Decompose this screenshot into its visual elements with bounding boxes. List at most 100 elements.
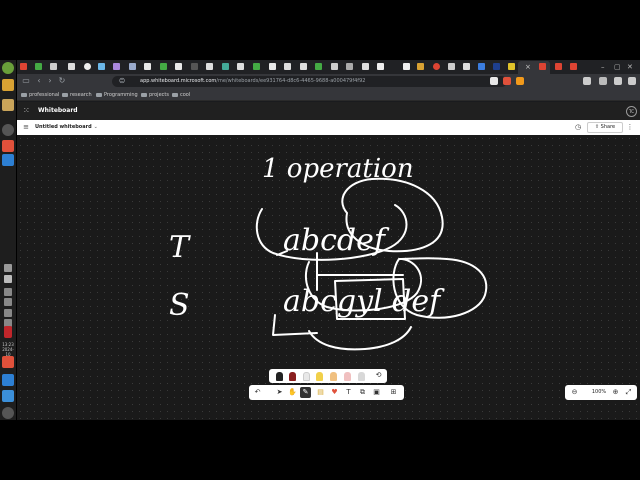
record-indicator-icon[interactable] [4, 326, 12, 338]
tab-favicon[interactable] [84, 63, 91, 70]
app-taskbar-icon[interactable] [2, 390, 14, 402]
bookmark-folder-cool[interactable]: cool [172, 89, 190, 101]
site-info-icon[interactable]: ⊜ [117, 76, 127, 86]
menu-icon[interactable]: ≡ [21, 122, 31, 132]
tab-favicon[interactable] [463, 63, 470, 70]
more-tools-icon[interactable]: ⊞ [388, 387, 399, 398]
fit-screen-icon[interactable]: ⤢ [623, 387, 634, 398]
tray-icon-4[interactable] [4, 309, 12, 317]
more-options-icon[interactable]: ⋮ [625, 122, 635, 132]
highlighter-yellow[interactable] [316, 372, 323, 381]
close-window-icon[interactable]: ✕ [627, 62, 633, 72]
tab-favicon[interactable] [237, 63, 244, 70]
undo-icon[interactable]: ↶ [252, 387, 263, 398]
tab-favicon[interactable] [539, 63, 546, 70]
pen-white[interactable] [303, 372, 310, 381]
highlighter-orange[interactable] [330, 372, 337, 381]
tab-favicon[interactable] [175, 63, 182, 70]
tab-favicon[interactable] [50, 63, 57, 70]
tab-favicon[interactable] [253, 63, 260, 70]
select-icon[interactable]: ➤ [274, 387, 285, 398]
extension-icon[interactable] [583, 77, 591, 85]
tray-icon-2[interactable] [4, 288, 12, 296]
avatar[interactable]: TC [626, 106, 637, 117]
url-text[interactable]: app.whiteboard.microsoft.com/me/whiteboa… [140, 76, 365, 87]
tab-favicon[interactable] [98, 63, 105, 70]
tab-favicon[interactable] [144, 63, 151, 70]
maximize-icon[interactable]: ▢ [614, 62, 621, 72]
bookmark-folder-research[interactable]: research [62, 89, 92, 101]
tab-favicon[interactable] [68, 63, 75, 70]
pen-black[interactable] [276, 372, 283, 381]
tab-favicon[interactable] [493, 63, 500, 70]
tab-favicon[interactable] [191, 63, 198, 70]
settings-taskbar-icon[interactable] [2, 407, 14, 419]
lasso-icon[interactable]: ⟲ [373, 370, 384, 381]
sticky-note-icon[interactable]: ▤ [315, 387, 326, 398]
shapes-icon[interactable]: ⧉ [357, 387, 368, 398]
tab-favicon[interactable] [478, 63, 485, 70]
forward-icon[interactable]: › [45, 76, 55, 86]
reactions-icon[interactable]: ♥ [329, 387, 340, 398]
tab-favicon[interactable] [508, 63, 515, 70]
bookmark-folder-professional[interactable]: professional [21, 89, 59, 101]
address-bar[interactable]: ⊜ app.whiteboard.microsoft.com/me/whiteb… [112, 76, 507, 87]
tab-favicon[interactable] [403, 63, 410, 70]
tray-icon-1[interactable] [4, 264, 12, 272]
zoom-level[interactable]: 100% [588, 385, 610, 400]
zoom-out-icon[interactable]: ⊖ [569, 387, 580, 398]
highlighter-pink[interactable] [344, 372, 351, 381]
tab-favicon[interactable] [160, 63, 167, 70]
pen-tool-icon[interactable]: ✎ [300, 387, 311, 398]
bookmark-folder-programming[interactable]: Programming [96, 89, 138, 101]
tab-favicon[interactable] [284, 63, 291, 70]
eraser[interactable] [358, 372, 365, 381]
tab-favicon[interactable] [448, 63, 455, 70]
home-folder-icon[interactable] [2, 99, 14, 111]
sidebar-toggle-icon[interactable]: ▭ [21, 76, 31, 86]
text-icon[interactable]: T [343, 387, 354, 398]
tab-favicon[interactable] [377, 63, 384, 70]
reload-icon[interactable]: ↻ [57, 76, 67, 86]
mute-icon[interactable] [4, 275, 12, 283]
tab-favicon[interactable] [346, 63, 353, 70]
template-icon[interactable]: ▣ [371, 387, 382, 398]
share-button[interactable]: ⇪ Share [587, 122, 623, 133]
vscode-app-icon[interactable] [2, 154, 14, 166]
back-icon[interactable]: ‹ [34, 76, 44, 86]
brave-rewards-icon[interactable] [516, 77, 524, 85]
wallet-icon[interactable] [614, 77, 622, 85]
minimize-icon[interactable]: – [601, 62, 605, 72]
vscode-taskbar-icon[interactable] [2, 374, 14, 386]
tab-favicon[interactable] [315, 63, 322, 70]
brave-shield-icon[interactable] [503, 77, 511, 85]
pen-red[interactable] [289, 372, 296, 381]
brave-taskbar-icon[interactable] [2, 356, 14, 368]
history-icon[interactable]: ◷ [573, 122, 583, 132]
linux-mint-menu-icon[interactable] [2, 62, 14, 74]
tab-favicon[interactable] [433, 63, 440, 70]
tab-favicon[interactable] [269, 63, 276, 70]
hand-icon[interactable]: ✋ [287, 387, 298, 398]
tab-favicon[interactable] [35, 63, 42, 70]
bookmark-star-icon[interactable] [490, 77, 498, 85]
tab-favicon[interactable] [331, 63, 338, 70]
tab-favicon[interactable] [300, 63, 307, 70]
chrome-app-icon[interactable] [2, 124, 14, 136]
tray-icon-3[interactable] [4, 298, 12, 306]
tab-favicon[interactable] [206, 63, 213, 70]
tab-favicon[interactable] [113, 63, 120, 70]
brave-app-icon[interactable] [2, 140, 14, 152]
tab-favicon[interactable] [20, 63, 27, 70]
tab-favicon[interactable] [362, 63, 369, 70]
files-folder-icon[interactable] [2, 79, 14, 91]
tab-favicon[interactable] [555, 63, 562, 70]
close-tab-icon[interactable]: × [525, 61, 531, 73]
tab-favicon[interactable] [570, 63, 577, 70]
bookmark-folder-projects[interactable]: projects [141, 89, 169, 101]
document-title[interactable]: Untitled whiteboard ⌄ [35, 120, 98, 135]
menu-icon[interactable] [628, 77, 636, 85]
tab-favicon[interactable] [417, 63, 424, 70]
tab-favicon[interactable] [222, 63, 229, 70]
downloads-icon[interactable] [599, 77, 607, 85]
